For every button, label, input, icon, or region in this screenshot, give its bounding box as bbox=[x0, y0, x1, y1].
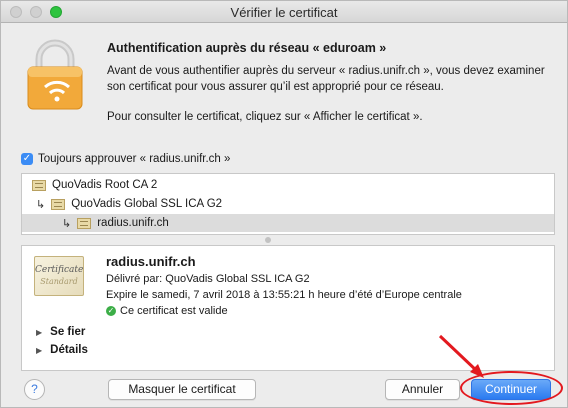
window-title: Vérifier le certificat bbox=[230, 5, 338, 20]
certificate-badge-icon: Certificate Standard bbox=[34, 256, 84, 296]
split-view-handle[interactable] bbox=[265, 237, 271, 243]
show-certificate-button[interactable]: Masquer le certificat bbox=[108, 379, 256, 400]
chain-arrow-icon: ↳ bbox=[36, 198, 46, 211]
chain-item-intermediate[interactable]: ↳ QuoVadis Global SSL ICA G2 bbox=[22, 195, 554, 213]
badge-subtitle: Standard bbox=[40, 277, 78, 286]
details-disclosure[interactable]: ▶ Détails bbox=[36, 344, 88, 356]
title-bar: Vérifier le certificat bbox=[1, 1, 567, 23]
valid-check-icon: ✓ bbox=[106, 306, 116, 316]
details-label: Détails bbox=[50, 344, 88, 356]
validity-text: Ce certificat est valide bbox=[120, 305, 228, 317]
chain-item-label: radius.unifr.ch bbox=[97, 217, 169, 229]
certificate-common-name: radius.unifr.ch bbox=[106, 254, 196, 269]
certificate-expiry: Expire le samedi, 7 avril 2018 à 13:55:2… bbox=[106, 289, 462, 301]
dialog-instruction: Pour consulter le certificat, cliquez su… bbox=[107, 111, 423, 123]
certificate-details-panel: Certificate Standard radius.unifr.ch Dél… bbox=[21, 245, 555, 371]
cancel-button[interactable]: Annuler bbox=[385, 379, 460, 400]
wifi-lock-icon bbox=[27, 39, 83, 110]
certificate-icon bbox=[32, 179, 46, 191]
badge-title: Certificate bbox=[35, 265, 84, 275]
certificate-dialog: Vérifier le certificat Authentification … bbox=[0, 0, 568, 408]
dialog-heading: Authentification auprès du réseau « edur… bbox=[107, 41, 387, 55]
chain-item-root[interactable]: QuoVadis Root CA 2 bbox=[22, 176, 554, 194]
trust-disclosure[interactable]: ▶ Se fier bbox=[36, 326, 85, 338]
always-approve-checkbox[interactable]: ✓ bbox=[21, 153, 33, 165]
certificate-icon bbox=[77, 217, 92, 229]
certificate-issuer: Délivré par: QuoVadis Global SSL ICA G2 bbox=[106, 273, 310, 285]
annotation-highlight-ring bbox=[460, 371, 563, 405]
chain-item-label: QuoVadis Global SSL ICA G2 bbox=[71, 198, 223, 210]
help-button[interactable]: ? bbox=[24, 379, 45, 400]
disclosure-triangle-icon: ▶ bbox=[36, 327, 43, 337]
chain-item-leaf[interactable]: ↳ radius.unifr.ch bbox=[22, 214, 554, 232]
dialog-explanation: Avant de vous authentifier auprès du ser… bbox=[107, 65, 545, 93]
trust-label: Se fier bbox=[50, 326, 86, 338]
chain-item-label: QuoVadis Root CA 2 bbox=[52, 179, 158, 191]
always-approve-label: Toujours approuver « radius.unifr.ch » bbox=[38, 153, 231, 165]
chain-arrow-icon: ↳ bbox=[62, 217, 72, 230]
disclosure-triangle-icon: ▶ bbox=[36, 345, 43, 355]
certificate-chain-list: QuoVadis Root CA 2 ↳ QuoVadis Global SSL… bbox=[21, 173, 555, 235]
always-approve-option[interactable]: ✓ Toujours approuver « radius.unifr.ch » bbox=[21, 153, 230, 165]
certificate-icon bbox=[51, 198, 66, 210]
certificate-validity: ✓ Ce certificat est valide bbox=[106, 305, 228, 317]
